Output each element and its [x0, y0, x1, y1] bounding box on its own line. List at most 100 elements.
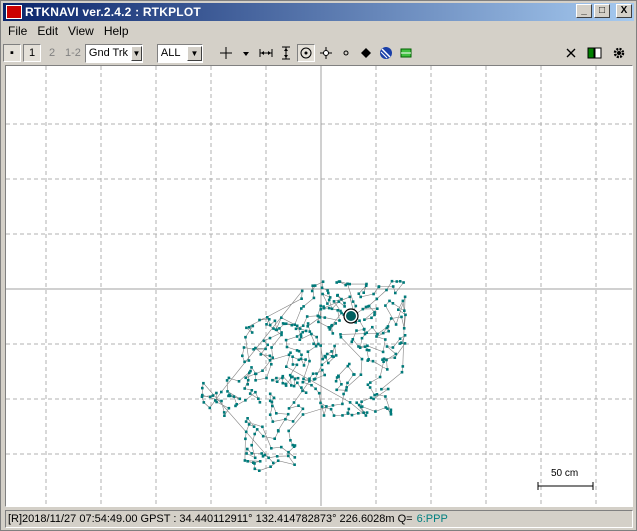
fit-vertical-icon[interactable] [277, 44, 295, 62]
track-point [320, 286, 324, 290]
track-point [397, 308, 400, 311]
solution-2-button[interactable]: 2 [43, 44, 61, 62]
track-point [377, 285, 380, 289]
track-point [334, 322, 337, 325]
track-point [270, 400, 274, 404]
track-point [372, 292, 375, 296]
minimize-button[interactable]: _ [576, 4, 592, 18]
track-point [340, 297, 343, 301]
track-point [246, 383, 249, 386]
track-point [323, 354, 327, 358]
track-point [335, 388, 338, 392]
chevron-down-icon[interactable]: ▼ [186, 45, 202, 61]
track-point [382, 357, 386, 361]
track-point [202, 401, 206, 404]
track-point [252, 425, 256, 428]
track-point [244, 335, 247, 339]
maximize-button[interactable]: □ [594, 4, 610, 18]
track-point [357, 292, 361, 295]
track-point [211, 394, 215, 397]
track-point [208, 406, 212, 410]
track-point [382, 360, 385, 363]
track-point [301, 389, 304, 393]
window-toggle-icon[interactable] [586, 44, 604, 62]
track-point [310, 289, 314, 293]
track-point [365, 331, 368, 334]
menu-edit[interactable]: Edit [32, 24, 63, 38]
track-point [336, 309, 339, 312]
track-point [341, 402, 344, 406]
crosshair-icon[interactable] [217, 44, 235, 62]
track-point [271, 420, 275, 423]
track-point [238, 397, 242, 401]
track-point [374, 410, 377, 413]
track-point [341, 414, 344, 417]
track-point [264, 347, 267, 351]
track-point [312, 342, 315, 346]
track-point [287, 454, 290, 458]
center-origin-icon[interactable] [296, 44, 315, 62]
track-point [366, 383, 370, 386]
track-point [321, 292, 324, 296]
track-point [365, 348, 369, 352]
track-point [401, 365, 405, 368]
track-point [355, 329, 358, 332]
track-point [389, 413, 393, 416]
plot-type-select[interactable]: Gnd Trk ▼ [84, 43, 143, 63]
fit-horizontal-icon[interactable] [257, 44, 275, 62]
track-point [283, 322, 286, 326]
show-point-icon[interactable] [357, 44, 375, 62]
title-bar[interactable]: RTKNAVI ver.2.4.2 : RTKPLOT _ □ X [3, 3, 634, 21]
menu-bar: File Edit View Help [3, 22, 134, 40]
solution-1-2-button[interactable]: 1-2 [63, 44, 83, 62]
track-point [353, 373, 356, 376]
menu-help[interactable]: Help [99, 24, 134, 38]
track-point [334, 379, 338, 383]
solution-1-button[interactable]: 1 [23, 44, 41, 62]
map-layer-icon[interactable] [397, 44, 415, 62]
track-point [300, 297, 303, 300]
track-point [270, 346, 273, 349]
status-quality: 6:PPP [416, 513, 448, 525]
plot-dot-button[interactable]: ▪ [3, 44, 21, 62]
menu-file[interactable]: File [3, 24, 32, 38]
track-point [275, 455, 279, 458]
track-point [402, 281, 405, 284]
settings-icon[interactable] [610, 44, 628, 62]
ground-track-plot[interactable]: 50 cm [5, 65, 633, 507]
track-point [384, 338, 387, 341]
track-point [227, 406, 231, 410]
track-point [378, 375, 382, 379]
chevron-down-icon[interactable]: ▼ [131, 45, 142, 61]
track-point [304, 391, 308, 394]
satellite-filter-select[interactable]: ALL ▼ [156, 43, 203, 63]
track-point [276, 459, 280, 462]
track-point [312, 296, 316, 300]
track-point [223, 414, 226, 417]
track-point [268, 413, 272, 416]
track-point [280, 316, 283, 319]
track-point [254, 346, 257, 350]
track-point [327, 291, 330, 295]
track-point [220, 390, 223, 394]
track-point [306, 350, 310, 353]
track-point [354, 304, 358, 308]
track-point [281, 381, 285, 385]
track-point [268, 323, 272, 327]
track-point [398, 280, 402, 283]
globe-icon[interactable] [377, 44, 395, 62]
track-point [364, 414, 368, 417]
track-point [312, 378, 316, 381]
menu-view[interactable]: View [63, 24, 99, 38]
track-point [326, 302, 329, 305]
track-point [245, 326, 248, 330]
center-ortho-icon[interactable] [317, 44, 335, 62]
plot-canvas[interactable] [6, 66, 632, 506]
track-point [263, 453, 266, 457]
dropdown-small-icon[interactable] [237, 44, 255, 62]
close-button[interactable]: X [616, 4, 632, 18]
track-point [348, 401, 352, 404]
track-point [394, 291, 397, 295]
clear-icon[interactable] [562, 44, 580, 62]
small-circle-icon[interactable] [337, 44, 355, 62]
